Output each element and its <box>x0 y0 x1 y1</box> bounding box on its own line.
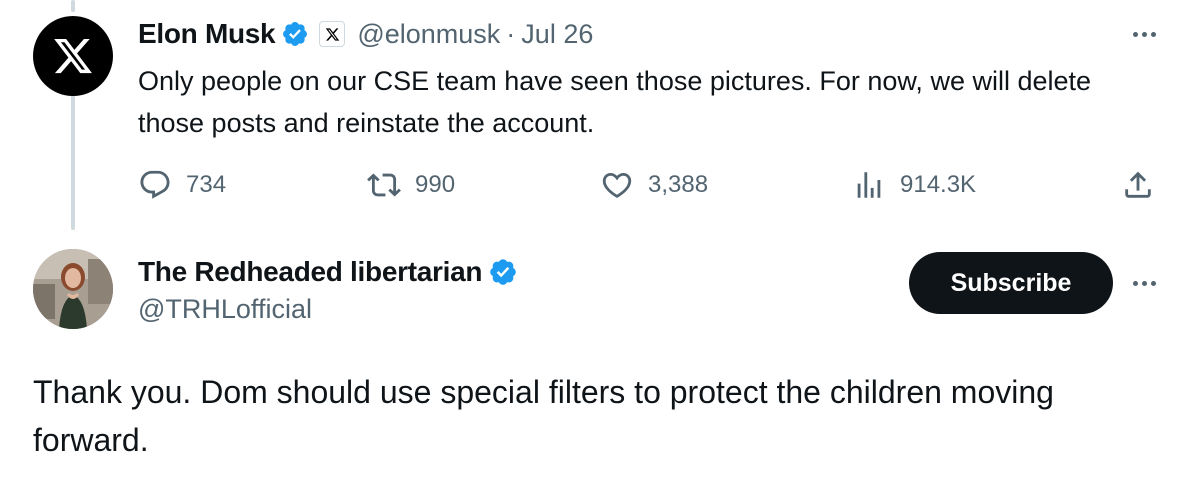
verified-badge-icon[interactable] <box>281 20 309 48</box>
handle[interactable]: @elonmusk <box>357 19 500 50</box>
x-logo-icon <box>54 38 92 74</box>
display-name[interactable]: Elon Musk <box>138 18 276 50</box>
reply-count: 734 <box>186 171 227 198</box>
profile-photo <box>33 249 113 329</box>
avatar[interactable] <box>33 249 113 329</box>
tweet-header: The Redheaded libertarian <box>138 252 518 292</box>
avatar[interactable] <box>33 16 113 96</box>
thread-line <box>71 95 75 230</box>
reply-icon <box>140 170 170 199</box>
verified-badge-icon[interactable] <box>488 257 518 287</box>
more-options-icon[interactable] <box>1133 281 1156 286</box>
reply-button[interactable]: 734 <box>138 165 226 205</box>
tweet-text: Thank you. Dom should use special filter… <box>33 374 1054 458</box>
action-bar: 734 990 3,388 914.3K <box>138 165 1158 205</box>
repost-count: 990 <box>415 171 456 198</box>
like-button[interactable]: 3,388 <box>600 165 708 205</box>
x-affiliate-badge-icon[interactable] <box>319 21 346 47</box>
tweet-header: Elon Musk @elonmusk · Jul 26 <box>138 14 593 54</box>
separator-dot: · <box>506 18 516 49</box>
tweet-text: Only people on our CSE team have seen th… <box>138 66 1092 138</box>
more-options-icon[interactable] <box>1133 32 1156 37</box>
subscribe-button[interactable]: Subscribe <box>909 252 1113 314</box>
thread-line-top <box>71 0 75 12</box>
repost-icon <box>367 173 401 197</box>
timestamp[interactable]: Jul 26 <box>521 19 593 50</box>
handle[interactable]: @TRHLofficial <box>138 294 312 325</box>
views-button[interactable]: 914.3K <box>852 165 976 205</box>
heart-icon <box>602 172 632 198</box>
display-name[interactable]: The Redheaded libertarian <box>138 256 482 288</box>
views-chart-icon <box>857 172 881 198</box>
share-icon <box>1125 171 1151 198</box>
view-count: 914.3K <box>900 171 977 198</box>
share-button[interactable] <box>1121 165 1155 205</box>
like-count: 3,388 <box>648 171 709 198</box>
repost-button[interactable]: 990 <box>367 165 455 205</box>
